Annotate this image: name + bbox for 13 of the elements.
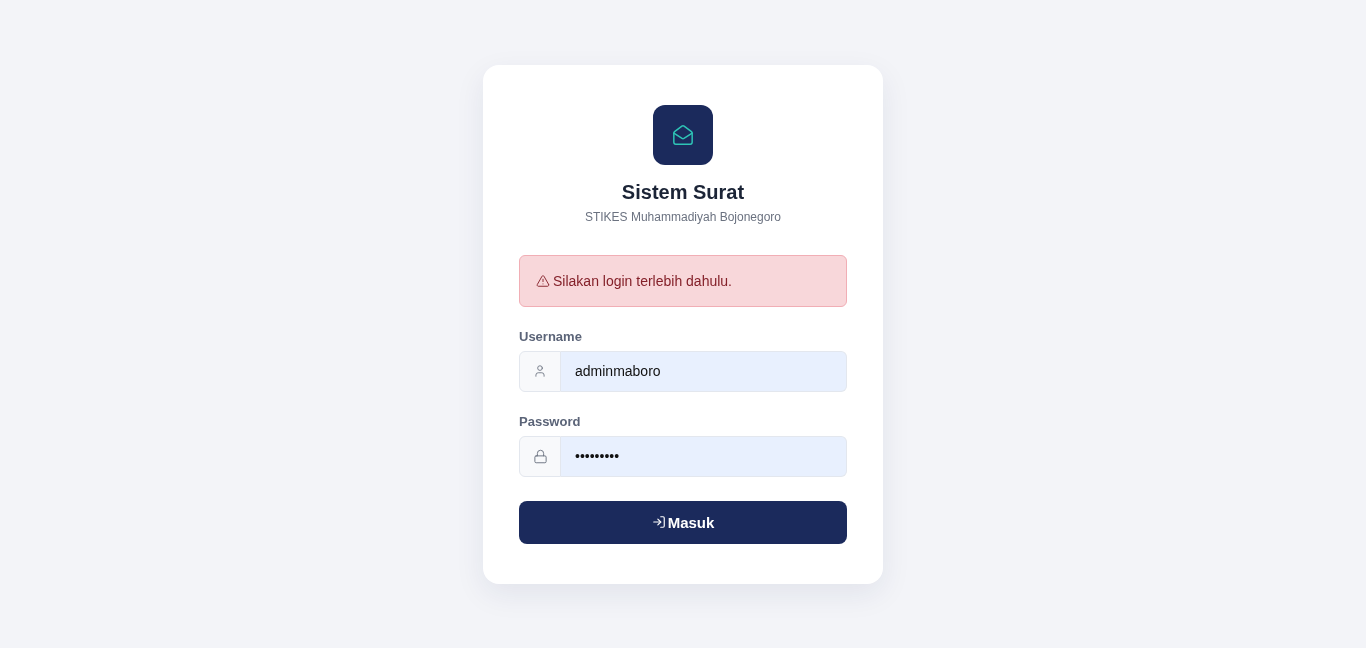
input-field[interactable]: ••••••••• xyxy=(561,435,847,477)
envelope-icon xyxy=(653,104,713,165)
app-title: Sistem Surat xyxy=(621,179,745,204)
user-icon xyxy=(533,364,547,378)
app-subtitle: STIKES Muhammadiyah Bojonegoro xyxy=(584,208,782,225)
login-button[interactable]: Masuk xyxy=(519,500,847,544)
alert-message: Silakan login terlebih dahulu. xyxy=(553,271,732,290)
warning-icon xyxy=(536,273,550,288)
input-field[interactable]: adminmaboro xyxy=(561,350,847,392)
login-icon xyxy=(651,515,666,529)
field-label: Password xyxy=(519,413,581,430)
field-label: Username xyxy=(519,328,582,345)
lock-icon xyxy=(532,448,548,464)
